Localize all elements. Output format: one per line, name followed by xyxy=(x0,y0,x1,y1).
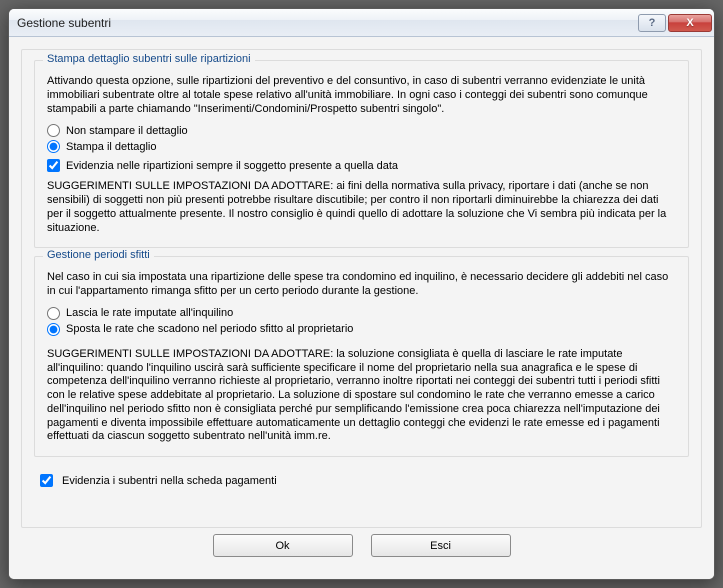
group-periodi-sfitti-label: Gestione periodi sfitti xyxy=(43,249,154,261)
check-evidenzia-ripartizioni-input[interactable] xyxy=(47,159,60,172)
titlebar-buttons: ? X xyxy=(636,14,712,32)
radio-lascia-rate-label: Lascia le rate imputate all'inquilino xyxy=(66,307,233,319)
button-row: Ok Esci xyxy=(21,528,702,567)
ok-button[interactable]: Ok xyxy=(213,534,353,557)
check-evidenzia-ripartizioni[interactable]: Evidenzia nelle ripartizioni sempre il s… xyxy=(47,159,676,172)
radio-lascia-rate-input[interactable] xyxy=(47,307,60,320)
group1-advice-head: SUGGERIMENTI SULLE IMPOSTAZIONI DA ADOTT… xyxy=(47,180,336,192)
main-frame: Stampa dettaglio subentri sulle ripartiz… xyxy=(21,49,702,528)
radio-non-stampare-label: Non stampare il dettaglio xyxy=(66,125,188,137)
radio-sposta-rate[interactable]: Sposta le rate che scadono nel periodo s… xyxy=(47,323,676,336)
check-evidenzia-subentri-input[interactable] xyxy=(40,474,53,487)
radio-sposta-rate-label: Sposta le rate che scadono nel periodo s… xyxy=(66,323,353,335)
group2-advice: SUGGERIMENTI SULLE IMPOSTAZIONI DA ADOTT… xyxy=(47,348,676,444)
radio-non-stampare-input[interactable] xyxy=(47,124,60,137)
check-evidenzia-subentri-label: Evidenzia i subentri nella scheda pagame… xyxy=(62,475,277,487)
group2-advice-body: la soluzione consigliata è quella di las… xyxy=(47,348,660,443)
radio-stampa-label: Stampa il dettaglio xyxy=(66,141,157,153)
check-evidenzia-subentri[interactable]: Evidenzia i subentri nella scheda pagame… xyxy=(36,471,689,490)
radio-stampa[interactable]: Stampa il dettaglio xyxy=(47,140,676,153)
radio-sposta-rate-input[interactable] xyxy=(47,323,60,336)
close-icon: X xyxy=(686,17,693,29)
group-stampa-dettaglio-label: Stampa dettaglio subentri sulle ripartiz… xyxy=(43,53,255,65)
titlebar: Gestione subentri ? X xyxy=(9,9,714,37)
radio-non-stampare[interactable]: Non stampare il dettaglio xyxy=(47,124,676,137)
radio-stampa-input[interactable] xyxy=(47,140,60,153)
group-stampa-dettaglio: Stampa dettaglio subentri sulle ripartiz… xyxy=(34,60,689,248)
group2-advice-head: SUGGERIMENTI SULLE IMPOSTAZIONI DA ADOTT… xyxy=(47,348,336,360)
dialog-window: Gestione subentri ? X Stampa dettaglio s… xyxy=(8,8,715,580)
close-button[interactable]: X xyxy=(668,14,712,32)
group2-intro: Nel caso in cui sia impostata una ripart… xyxy=(47,271,676,299)
exit-button[interactable]: Esci xyxy=(371,534,511,557)
client-area: Stampa dettaglio subentri sulle ripartiz… xyxy=(9,37,714,579)
group1-advice: SUGGERIMENTI SULLE IMPOSTAZIONI DA ADOTT… xyxy=(47,180,676,235)
help-icon: ? xyxy=(649,17,656,29)
group1-intro: Attivando questa opzione, sulle ripartiz… xyxy=(47,75,676,116)
radio-lascia-rate[interactable]: Lascia le rate imputate all'inquilino xyxy=(47,307,676,320)
group-periodi-sfitti: Gestione periodi sfitti Nel caso in cui … xyxy=(34,256,689,457)
check-evidenzia-ripartizioni-label: Evidenzia nelle ripartizioni sempre il s… xyxy=(66,160,398,172)
window-title: Gestione subentri xyxy=(17,16,636,30)
help-button[interactable]: ? xyxy=(638,14,666,32)
